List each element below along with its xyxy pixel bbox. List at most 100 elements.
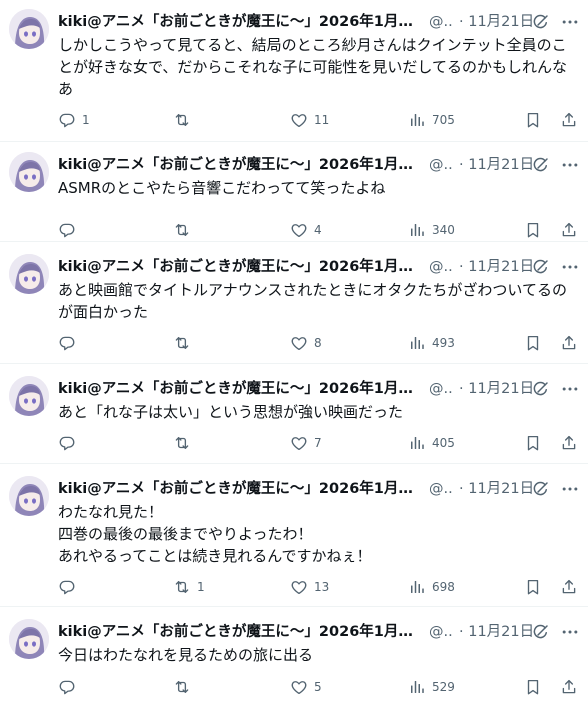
author-name[interactable]: kiki@アニメ「お前ごときが魔王に〜」2026年1月...: [58, 12, 414, 32]
tweet[interactable]: kiki@アニメ「お前ごときが魔王に〜」2026年1月... @.. · 11月21…: [0, 245, 588, 363]
tweet[interactable]: kiki@アニメ「お前ごときが魔王に〜」2026年1月... @.. · 11月21…: [0, 143, 588, 241]
avatar[interactable]: [9, 152, 49, 192]
author-handle[interactable]: @..: [429, 155, 453, 175]
author-name[interactable]: kiki@アニメ「お前ごときが魔王に〜」2026年1月...: [58, 257, 414, 277]
reply-icon: [58, 678, 76, 696]
reply-button[interactable]: [58, 433, 82, 453]
share-button[interactable]: [560, 433, 578, 453]
avatar[interactable]: [9, 254, 49, 294]
grok-icon[interactable]: [532, 258, 550, 276]
tweet-date[interactable]: · 11月21日: [459, 257, 534, 277]
tweet-text-line: とが好きな女で、だからこそれな子に可能性を見いだしてるのかもしれんな: [58, 58, 567, 76]
tweet-text: わたなれ見た！ 四巻の最後の最後までやりよったわ！ あれやるってことは続き見れるんで…: [58, 501, 580, 567]
tweet-actions: 8 493: [58, 333, 580, 353]
more-icon[interactable]: [560, 257, 580, 277]
tweet-text: しかしこうやって見てると、結局のところ紗月さんはクインテット全員のこ とが好きな女…: [58, 34, 580, 100]
author-name[interactable]: kiki@アニメ「お前ごときが魔王に〜」2026年1月...: [58, 155, 414, 175]
views-button[interactable]: 340: [408, 220, 455, 240]
share-button[interactable]: [560, 220, 578, 240]
retweet-icon: [173, 111, 191, 129]
retweet-button[interactable]: [173, 433, 197, 453]
bookmark-icon: [524, 221, 542, 239]
tweet-actions: 7 405: [58, 433, 580, 453]
tweet[interactable]: kiki@アニメ「お前ごときが魔王に〜」2026年1月... @.. · 11月21…: [0, 467, 588, 606]
retweet-button[interactable]: [173, 220, 197, 240]
bookmark-button[interactable]: [524, 110, 542, 130]
reply-button[interactable]: 1: [58, 110, 90, 130]
share-button[interactable]: [560, 677, 578, 697]
reply-button[interactable]: [58, 220, 82, 240]
like-button[interactable]: 5: [290, 677, 322, 697]
views-button[interactable]: 493: [408, 333, 455, 353]
like-button[interactable]: 8: [290, 333, 322, 353]
tweet-date[interactable]: · 11月21日: [459, 155, 534, 175]
more-icon[interactable]: [560, 12, 580, 32]
like-button[interactable]: 11: [290, 110, 329, 130]
grok-icon[interactable]: [532, 13, 550, 31]
tweet-date[interactable]: · 11月21日: [459, 622, 534, 642]
bookmark-button[interactable]: [524, 220, 542, 240]
retweet-button[interactable]: [173, 333, 197, 353]
author-handle[interactable]: @..: [429, 379, 453, 399]
retweet-icon: [173, 221, 191, 239]
grok-icon[interactable]: [532, 480, 550, 498]
share-button[interactable]: [560, 577, 578, 597]
reply-button[interactable]: [58, 677, 82, 697]
reply-icon: [58, 434, 76, 452]
tweet-separator: [0, 363, 588, 364]
author-name[interactable]: kiki@アニメ「お前ごときが魔王に〜」2026年1月...: [58, 379, 414, 399]
tweet-text-line: しかしこうやって見てると、結局のところ紗月さんはクインテット全員のこ: [58, 36, 567, 54]
tweet-actions: 1 11 705: [58, 110, 580, 130]
retweet-button[interactable]: [173, 110, 197, 130]
tweet-date[interactable]: · 11月21日: [459, 379, 534, 399]
reply-button[interactable]: [58, 333, 82, 353]
heart-icon: [290, 678, 308, 696]
bookmark-button[interactable]: [524, 433, 542, 453]
like-button[interactable]: 13: [290, 577, 329, 597]
author-name[interactable]: kiki@アニメ「お前ごときが魔王に〜」2026年1月...: [58, 479, 414, 499]
author-handle[interactable]: @..: [429, 622, 453, 642]
views-button[interactable]: 698: [408, 577, 455, 597]
tweet-header: kiki@アニメ「お前ごときが魔王に〜」2026年1月... @.. · 11月21…: [58, 155, 580, 175]
share-icon: [560, 434, 578, 452]
more-icon[interactable]: [560, 379, 580, 399]
like-button[interactable]: 4: [290, 220, 322, 240]
tweet[interactable]: kiki@アニメ「お前ごときが魔王に〜」2026年1月... @.. · 11月21…: [0, 0, 588, 141]
views-icon: [408, 221, 426, 239]
views-button[interactable]: 405: [408, 433, 455, 453]
grok-icon[interactable]: [532, 380, 550, 398]
retweet-button[interactable]: [173, 677, 197, 697]
avatar[interactable]: [9, 476, 49, 516]
views-button[interactable]: 705: [408, 110, 455, 130]
share-button[interactable]: [560, 110, 578, 130]
tweet-date[interactable]: · 11月21日: [459, 12, 534, 32]
avatar[interactable]: [9, 376, 49, 416]
tweet[interactable]: kiki@アニメ「お前ごときが魔王に〜」2026年1月... @.. · 11月21…: [0, 367, 588, 463]
share-button[interactable]: [560, 333, 578, 353]
author-handle[interactable]: @..: [429, 12, 453, 32]
tweet[interactable]: kiki@アニメ「お前ごときが魔王に〜」2026年1月... @.. · 11月21…: [0, 610, 588, 711]
grok-icon[interactable]: [532, 623, 550, 641]
tweet-actions: 1 13 698: [58, 577, 580, 597]
tweet-date[interactable]: · 11月21日: [459, 479, 534, 499]
bookmark-button[interactable]: [524, 333, 542, 353]
author-handle[interactable]: @..: [429, 479, 453, 499]
retweet-button[interactable]: 1: [173, 577, 205, 597]
avatar[interactable]: [9, 619, 49, 659]
views-button[interactable]: 529: [408, 677, 455, 697]
views-count: 493: [432, 336, 455, 350]
views-icon: [408, 678, 426, 696]
like-button[interactable]: 7: [290, 433, 322, 453]
more-icon[interactable]: [560, 622, 580, 642]
views-icon: [408, 434, 426, 452]
views-count: 529: [432, 680, 455, 694]
author-handle[interactable]: @..: [429, 257, 453, 277]
grok-icon[interactable]: [532, 156, 550, 174]
more-icon[interactable]: [560, 155, 580, 175]
bookmark-button[interactable]: [524, 677, 542, 697]
author-name[interactable]: kiki@アニメ「お前ごときが魔王に〜」2026年1月...: [58, 622, 414, 642]
reply-button[interactable]: [58, 577, 82, 597]
more-icon[interactable]: [560, 479, 580, 499]
bookmark-button[interactable]: [524, 577, 542, 597]
avatar[interactable]: [9, 9, 49, 49]
